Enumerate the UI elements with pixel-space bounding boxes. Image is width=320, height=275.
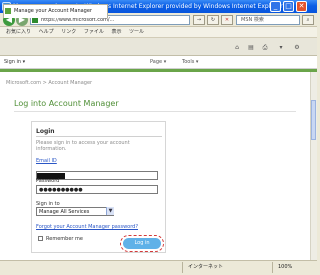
feed-icon[interactable]: ▤ bbox=[246, 43, 256, 52]
login-heading: Login bbox=[36, 128, 55, 135]
service-select[interactable]: Manage All Services bbox=[36, 207, 114, 216]
tab-account-manager[interactable]: Manage your Account Manager bbox=[3, 4, 108, 18]
login-heading-divider bbox=[36, 136, 162, 137]
remember-me-checkbox[interactable] bbox=[38, 236, 43, 241]
menu-item[interactable]: ファイル bbox=[84, 29, 104, 35]
status-bar bbox=[0, 260, 317, 275]
menu-item[interactable]: ツール bbox=[129, 29, 144, 35]
login-intro: Please sign in to access your account in… bbox=[36, 140, 130, 152]
stop-button[interactable]: ✕ bbox=[221, 15, 233, 25]
password-label: Password bbox=[36, 178, 60, 184]
signin-menu[interactable]: Sign in ▾ bbox=[4, 56, 25, 69]
tools-menu[interactable]: Tools ▾ bbox=[182, 56, 198, 69]
search-icon[interactable]: ⌕ bbox=[302, 15, 314, 25]
tab-favicon-icon bbox=[5, 8, 11, 14]
print-icon[interactable]: ⎙ bbox=[260, 43, 270, 52]
go-button[interactable]: → bbox=[193, 15, 205, 25]
status-divider bbox=[272, 262, 273, 273]
breadcrumb[interactable]: Microsoft.com > Account Manager bbox=[6, 80, 92, 86]
menu-item[interactable]: お気に入り bbox=[6, 29, 31, 35]
zoom-level[interactable]: 100% bbox=[278, 262, 292, 273]
password-field[interactable]: ●●●●●●●●●● bbox=[36, 185, 158, 194]
status-divider bbox=[182, 262, 183, 273]
page-menu[interactable]: Page ▾ bbox=[150, 56, 166, 69]
home-icon[interactable]: ⌂ bbox=[232, 43, 242, 52]
refresh-button[interactable]: ↻ bbox=[207, 15, 219, 25]
maximize-button[interactable]: □ bbox=[283, 1, 294, 12]
search-input[interactable]: MSN 検索 bbox=[236, 15, 300, 25]
title-divider bbox=[14, 111, 296, 112]
scrollbar-thumb[interactable] bbox=[311, 100, 316, 140]
chevron-down-icon[interactable]: ▼ bbox=[106, 207, 114, 215]
page-menu-icon[interactable]: ▾ bbox=[276, 43, 286, 52]
menu-item[interactable]: ヘルプ bbox=[39, 29, 54, 35]
menu-toolbar: お気に入り ヘルプ リンク ファイル 表示 ツール bbox=[0, 27, 317, 38]
login-button[interactable]: Log in bbox=[120, 235, 164, 252]
menu-item[interactable]: リンク bbox=[61, 29, 76, 35]
tools-menu-icon[interactable]: ⚙ bbox=[292, 43, 302, 52]
menu-item[interactable]: 表示 bbox=[111, 29, 121, 35]
email-id-link[interactable]: Email ID bbox=[36, 158, 57, 164]
site-header: Sign in ▾ Page ▾ Tools ▾ bbox=[0, 56, 317, 69]
remember-me-label: Remember me bbox=[46, 236, 83, 242]
close-button[interactable]: ✕ bbox=[296, 1, 307, 12]
page-title: Log into Account Manager bbox=[14, 99, 119, 108]
security-zone: インターネット bbox=[188, 264, 224, 270]
forgot-password-link[interactable]: Forgot your Account Manager password? bbox=[36, 224, 138, 230]
minimize-button[interactable]: _ bbox=[270, 1, 281, 12]
